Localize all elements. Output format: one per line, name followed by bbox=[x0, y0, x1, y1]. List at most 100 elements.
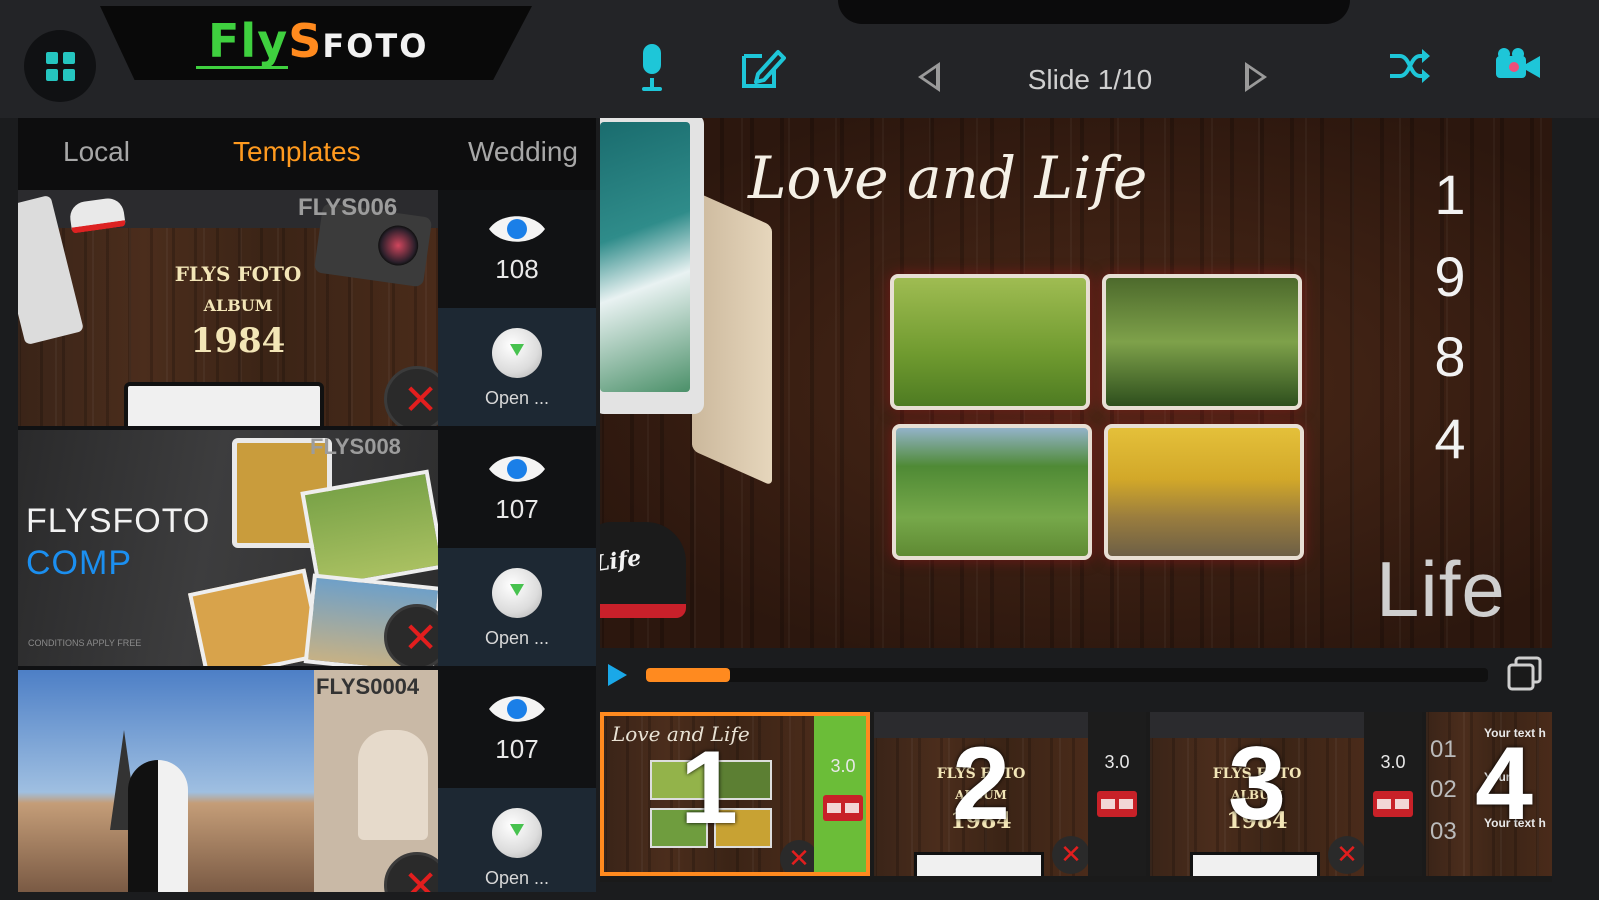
views-block: 108 bbox=[438, 190, 596, 308]
year-digit: 9 bbox=[1434, 245, 1466, 308]
open-label: Open ... bbox=[484, 628, 550, 648]
device-notch bbox=[838, 0, 1350, 24]
delete-icon[interactable]: ✕ bbox=[1052, 836, 1090, 874]
photo-frame bbox=[892, 424, 1092, 560]
template-actions: 108 Open ... bbox=[438, 190, 596, 426]
template-actions: 107 Open ... bbox=[438, 430, 596, 666]
slide-duration: 3.0 bbox=[1380, 752, 1406, 772]
download-icon bbox=[492, 328, 542, 378]
delete-icon: ✕ bbox=[403, 614, 438, 661]
transition-icon[interactable] bbox=[1097, 791, 1137, 817]
filmstrip-slide[interactable]: 01 02 03 Your text h Your Your text h 4 bbox=[1426, 712, 1552, 876]
views-block: 107 bbox=[438, 430, 596, 548]
edit-icon[interactable] bbox=[738, 44, 786, 92]
previous-slide-icon[interactable] bbox=[918, 62, 940, 92]
grid-menu-button[interactable] bbox=[24, 30, 96, 102]
open-label: Open ... bbox=[484, 868, 550, 888]
year-digit: 1 bbox=[1434, 163, 1466, 226]
playback-bar bbox=[600, 652, 1552, 700]
logo-text-s: S bbox=[288, 14, 323, 68]
eye-icon bbox=[489, 456, 545, 482]
template-title: FLYS FOTO ALBUM 1984 bbox=[174, 262, 302, 361]
logo-text-fly: Fly bbox=[208, 14, 289, 68]
slide-counter: Slide 1/10 bbox=[1027, 64, 1153, 95]
video-camera-icon[interactable] bbox=[1494, 46, 1542, 86]
delete-icon[interactable]: ✕ bbox=[780, 840, 818, 872]
transition-icon[interactable] bbox=[823, 795, 863, 821]
template-code: FLYS0004 bbox=[316, 674, 420, 699]
play-icon[interactable] bbox=[608, 664, 627, 686]
slide-duration-panel[interactable]: 3.0 bbox=[1364, 712, 1422, 876]
template-card: FLYS0004 ✕ 107 Open ... bbox=[18, 670, 596, 892]
tab-wedding[interactable]: Wedding bbox=[468, 136, 578, 168]
download-icon bbox=[492, 568, 542, 618]
open-template-button[interactable]: Open ... bbox=[438, 548, 596, 666]
year-digit: 4 bbox=[1434, 407, 1466, 470]
delete-template-button[interactable]: ✕ bbox=[384, 366, 438, 426]
template-footnote: CONDITIONS APPLY FREE bbox=[28, 638, 142, 648]
filmstrip-slide[interactable]: FLYS FOTO ALBUM 1984 3 ✕ 3.0 bbox=[1150, 712, 1422, 876]
row-number: 02 bbox=[1430, 776, 1457, 803]
template-code: FLYS008 bbox=[310, 434, 401, 459]
view-count: 107 bbox=[495, 494, 539, 524]
view-count: 107 bbox=[495, 734, 539, 764]
microphone-icon[interactable] bbox=[640, 44, 664, 94]
couple-photo bbox=[128, 760, 188, 892]
delete-template-button[interactable]: ✕ bbox=[384, 604, 438, 666]
delete-icon: ✕ bbox=[403, 376, 438, 423]
template-code: FLYS006 bbox=[298, 194, 398, 221]
tab-templates[interactable]: Templates bbox=[233, 136, 361, 168]
next-slide-icon[interactable] bbox=[1245, 62, 1267, 92]
progress-fill bbox=[646, 668, 731, 682]
photo-frame bbox=[1102, 274, 1302, 410]
views-block: 107 bbox=[438, 670, 596, 788]
app-logo: FlySFOTO bbox=[208, 14, 428, 68]
logo-underline bbox=[196, 66, 288, 69]
template-subtitle: COMP bbox=[26, 544, 132, 582]
slide-number: 1 bbox=[680, 730, 738, 846]
template-card: FLYS006 FLYS FOTO ALBUM 1984 ✕ 108 Open … bbox=[18, 190, 596, 426]
row-number: 01 bbox=[1430, 736, 1457, 763]
slide-duration-panel[interactable]: 3.0 bbox=[1088, 712, 1146, 876]
eye-icon bbox=[489, 696, 545, 722]
filmstrip-slide[interactable]: FLYS FOTO ALBUM 1984 2 ✕ 3.0 bbox=[874, 712, 1146, 876]
tab-local[interactable]: Local bbox=[63, 136, 130, 168]
template-actions: 107 Open ... bbox=[438, 670, 596, 892]
corner-text: Life bbox=[1376, 545, 1506, 633]
open-template-button[interactable]: Open ... bbox=[438, 788, 596, 892]
filmstrip-slide[interactable]: Love and Life 1 ✕ 3.0 bbox=[600, 712, 870, 876]
slide-title: Love and Life bbox=[748, 144, 1148, 212]
view-count: 108 bbox=[495, 254, 539, 284]
photo-frame bbox=[1104, 424, 1304, 560]
slide-number: 2 bbox=[952, 726, 1010, 842]
shuffle-icon[interactable] bbox=[1388, 46, 1432, 86]
grid-menu-icon bbox=[45, 51, 75, 81]
delete-icon[interactable]: ✕ bbox=[1328, 836, 1366, 874]
slide-number: 3 bbox=[1228, 726, 1286, 842]
template-title: FLYSFOTO bbox=[26, 502, 211, 540]
template-thumbnail[interactable]: FLYS008 FLYSFOTO COMP CONDITIONS APPLY F… bbox=[18, 430, 438, 666]
slide-preview[interactable]: Life Love and Life 1 9 8 4 Life bbox=[600, 118, 1552, 648]
cap-graphic: Life bbox=[600, 522, 686, 618]
logo-text-foto: FOTO bbox=[322, 27, 429, 65]
open-template-button[interactable]: Open ... bbox=[438, 308, 596, 426]
open-label: Open ... bbox=[484, 388, 550, 408]
slide-duration-panel[interactable]: 3.0 bbox=[814, 716, 866, 872]
slide-thumbnail: FLYS FOTO ALBUM 1984 3 ✕ bbox=[1150, 712, 1366, 876]
eye-icon bbox=[489, 216, 545, 242]
slide-thumbnail: FLYS FOTO ALBUM 1984 2 ✕ bbox=[874, 712, 1090, 876]
transition-icon[interactable] bbox=[1373, 791, 1413, 817]
progress-track[interactable] bbox=[646, 668, 1488, 682]
template-thumbnail[interactable]: FLYS006 FLYS FOTO ALBUM 1984 ✕ bbox=[18, 190, 438, 426]
year-digit: 8 bbox=[1434, 325, 1466, 388]
delete-icon: ✕ bbox=[403, 862, 438, 893]
row-number: 03 bbox=[1430, 818, 1457, 845]
ipad-graphic bbox=[600, 118, 704, 414]
download-icon bbox=[492, 808, 542, 858]
template-card: FLYS008 FLYSFOTO COMP CONDITIONS APPLY F… bbox=[18, 430, 596, 666]
duplicate-icon[interactable] bbox=[1506, 656, 1544, 692]
top-toolbar: FlySFOTO Slide 1/10 bbox=[0, 0, 1599, 118]
template-thumbnail[interactable]: FLYS0004 ✕ bbox=[18, 670, 438, 892]
slide-duration: 3.0 bbox=[830, 756, 856, 776]
slide-number: 4 bbox=[1475, 726, 1533, 842]
